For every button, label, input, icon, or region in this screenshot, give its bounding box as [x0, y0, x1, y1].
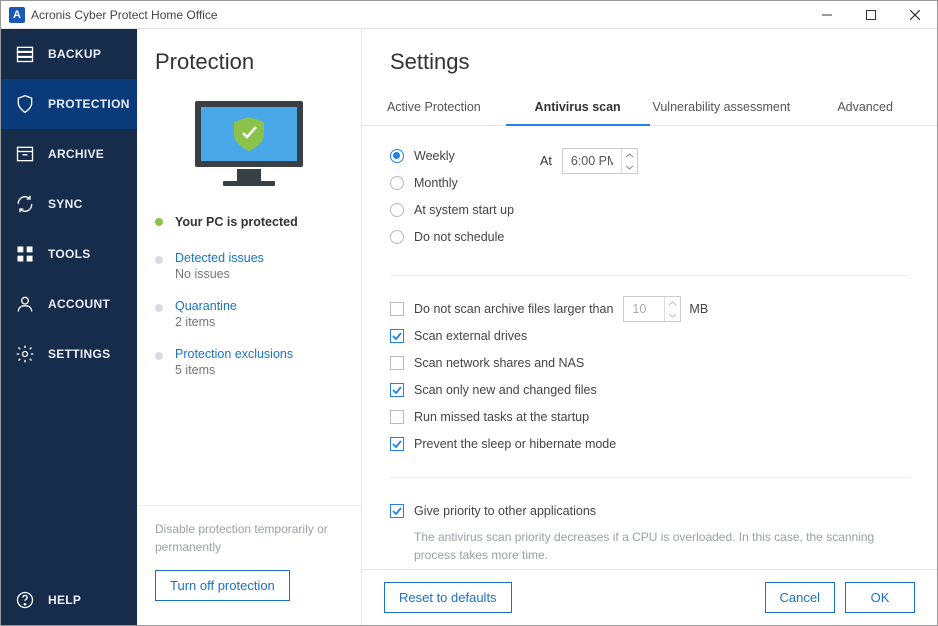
sidebar-item-sync[interactable]: SYNC [1, 179, 137, 229]
time-input[interactable] [563, 149, 621, 173]
sidebar-item-archive[interactable]: ARCHIVE [1, 129, 137, 179]
archive-size-input[interactable] [624, 297, 664, 321]
info-label: Quarantine [175, 299, 361, 313]
sidebar-label: PROTECTION [48, 97, 130, 111]
protection-illustration [137, 97, 361, 195]
sidebar-label: ARCHIVE [48, 147, 104, 161]
checkbox-prevent-sleep[interactable]: Prevent the sleep or hibernate mode [390, 433, 909, 455]
quarantine-link[interactable]: Quarantine 2 items [137, 299, 361, 329]
sidebar-item-backup[interactable]: BACKUP [1, 29, 137, 79]
size-step-up[interactable] [665, 297, 680, 309]
ok-button[interactable]: OK [845, 582, 915, 613]
checkbox-icon [390, 329, 404, 343]
info-detail: No issues [175, 267, 361, 281]
checkbox-icon [390, 302, 404, 316]
shield-icon [15, 94, 35, 114]
protection-status: Your PC is protected [137, 215, 361, 229]
status-text: Your PC is protected [175, 215, 298, 229]
tab-vulnerability-assessment[interactable]: Vulnerability assessment [650, 89, 794, 125]
separator [390, 275, 909, 276]
radio-icon [390, 176, 404, 190]
radio-icon [390, 203, 404, 217]
archive-unit: MB [689, 302, 708, 316]
schedule-radio-monthly[interactable]: Monthly [390, 172, 540, 194]
radio-icon [390, 230, 404, 244]
help-icon [15, 590, 35, 610]
detected-issues-link[interactable]: Detected issues No issues [137, 251, 361, 281]
sidebar-label: TOOLS [48, 247, 91, 261]
reset-defaults-button[interactable]: Reset to defaults [384, 582, 512, 613]
checkbox-icon [390, 504, 404, 518]
sidebar-item-help[interactable]: HELP [1, 575, 137, 625]
checkbox-run-missed[interactable]: Run missed tasks at the startup [390, 406, 909, 428]
sidebar-label: SYNC [48, 197, 83, 211]
radio-icon [390, 149, 404, 163]
gear-icon [15, 344, 35, 364]
sidebar-item-tools[interactable]: TOOLS [1, 229, 137, 279]
info-label: Protection exclusions [175, 347, 361, 361]
info-label: Detected issues [175, 251, 361, 265]
sidebar-label: SETTINGS [48, 347, 110, 361]
settings-main: Settings Active Protection Antivirus sca… [362, 29, 937, 625]
info-detail: 5 items [175, 363, 361, 377]
panel-title: Protection [155, 49, 361, 75]
checkbox-icon [390, 356, 404, 370]
checkbox-scan-new[interactable]: Scan only new and changed files [390, 379, 909, 401]
window-controls [805, 1, 937, 29]
settings-footer: Reset to defaults Cancel OK [362, 569, 937, 625]
sidebar-label: ACCOUNT [48, 297, 110, 311]
archive-size-field[interactable] [623, 296, 681, 322]
sync-icon [15, 194, 35, 214]
minimize-button[interactable] [805, 1, 849, 29]
disable-description: Disable protection temporarily or perman… [155, 520, 343, 556]
maximize-button[interactable] [849, 1, 893, 29]
titlebar: A Acronis Cyber Protect Home Office [1, 1, 937, 29]
schedule-radio-none[interactable]: Do not schedule [390, 226, 540, 248]
checkbox-scan-network[interactable]: Scan network shares and NAS [390, 352, 909, 374]
sidebar-label: HELP [48, 593, 81, 607]
account-icon [15, 294, 35, 314]
schedule-radio-weekly[interactable]: Weekly [390, 145, 540, 167]
checkbox-icon [390, 437, 404, 451]
sidebar-item-protection[interactable]: PROTECTION [1, 79, 137, 129]
backup-icon [15, 44, 35, 64]
app-window: A Acronis Cyber Protect Home Office BACK… [0, 0, 938, 626]
separator [390, 477, 909, 478]
schedule-radio-startup[interactable]: At system start up [390, 199, 540, 221]
turn-off-protection-button[interactable]: Turn off protection [155, 570, 290, 601]
archive-icon [15, 144, 35, 164]
checkbox-scan-external[interactable]: Scan external drives [390, 325, 909, 347]
sidebar-item-settings[interactable]: SETTINGS [1, 329, 137, 379]
size-step-down[interactable] [665, 309, 680, 321]
give-priority-hint: The antivirus scan priority decreases if… [414, 528, 909, 564]
sidebar: BACKUP PROTECTION ARCHIVE SYNC TOOLS [1, 29, 137, 625]
tab-active-protection[interactable]: Active Protection [362, 89, 506, 125]
close-button[interactable] [893, 1, 937, 29]
sidebar-item-account[interactable]: ACCOUNT [1, 279, 137, 329]
protection-exclusions-link[interactable]: Protection exclusions 5 items [137, 347, 361, 377]
page-title: Settings [390, 49, 937, 75]
app-title: Acronis Cyber Protect Home Office [31, 8, 805, 22]
time-step-up[interactable] [622, 149, 637, 161]
status-dot-icon [155, 218, 163, 226]
checkbox-icon [390, 383, 404, 397]
settings-tabs: Active Protection Antivirus scan Vulnera… [362, 89, 937, 126]
settings-body: Weekly Monthly At system start up Do not… [362, 126, 937, 569]
info-detail: 2 items [175, 315, 361, 329]
checkbox-no-scan-archive[interactable]: Do not scan archive files larger than MB [390, 298, 909, 320]
time-field[interactable] [562, 148, 638, 174]
tab-advanced[interactable]: Advanced [793, 89, 937, 125]
tools-icon [15, 244, 35, 264]
checkbox-icon [390, 410, 404, 424]
tab-antivirus-scan[interactable]: Antivirus scan [506, 89, 650, 125]
app-icon: A [9, 7, 25, 23]
protection-panel: Protection Your PC is protected Detected… [137, 29, 362, 625]
cancel-button[interactable]: Cancel [765, 582, 835, 613]
at-label: At [540, 154, 552, 168]
checkbox-give-priority[interactable]: Give priority to other applications [390, 500, 909, 522]
sidebar-label: BACKUP [48, 47, 101, 61]
time-step-down[interactable] [622, 161, 637, 173]
